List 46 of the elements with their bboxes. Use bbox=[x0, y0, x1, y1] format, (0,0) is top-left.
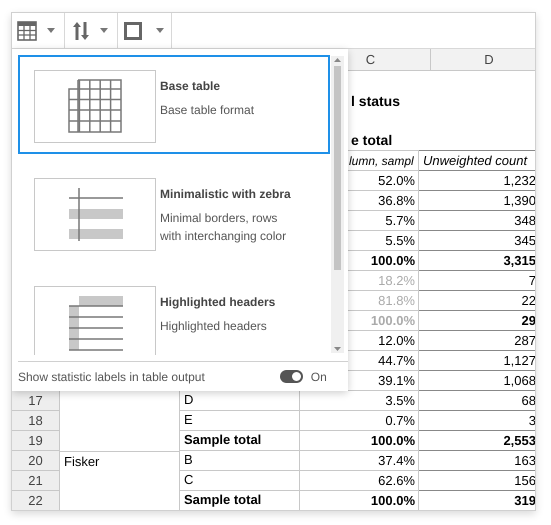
option-description: Highlighted headers bbox=[160, 318, 268, 335]
option-title: Minimalistic with zebra bbox=[160, 186, 292, 203]
row-number: 22 bbox=[12, 491, 59, 510]
table-cell: Sample total bbox=[179, 431, 299, 451]
grid-table-icon bbox=[68, 79, 122, 134]
option-description: Minimal borders, rows with interchanging color bbox=[160, 210, 288, 245]
scroll-up-icon[interactable] bbox=[334, 58, 341, 62]
row-number: 19 bbox=[12, 431, 59, 451]
table-cell: 0.7% bbox=[299, 411, 419, 431]
table-cell: Fisker bbox=[59, 451, 179, 471]
caret-icon bbox=[47, 28, 55, 33]
toggle-label: Show statistic labels in table output bbox=[18, 368, 205, 386]
window-icon bbox=[124, 22, 142, 40]
table-cell: 7 bbox=[419, 271, 535, 291]
table-cell: 287 bbox=[419, 331, 535, 351]
row-number: 20 bbox=[12, 451, 59, 471]
table-style-option[interactable]: Base table Base table format bbox=[18, 55, 330, 154]
table-cell: 100.0% bbox=[299, 431, 419, 451]
table-cell: 1,127 bbox=[419, 351, 535, 371]
column-header: D bbox=[430, 49, 535, 70]
table-cell: 62.6% bbox=[299, 471, 419, 491]
scroll-down-icon[interactable] bbox=[334, 347, 341, 351]
table-cell: Unweighted count bbox=[419, 151, 535, 171]
option-description: Base table format bbox=[160, 102, 256, 119]
table-cell: 1,232 bbox=[419, 171, 535, 191]
table-cell: B bbox=[179, 451, 299, 471]
toggle-state: On bbox=[310, 368, 327, 386]
sort-icon bbox=[72, 20, 90, 40]
table-cell: 22 bbox=[419, 291, 535, 311]
table-cell: 100.0% bbox=[299, 491, 419, 510]
table-cell: E bbox=[179, 411, 299, 431]
table-icon bbox=[17, 20, 37, 40]
scrollbar[interactable] bbox=[331, 56, 344, 353]
row-number: 17 bbox=[12, 391, 59, 411]
row-number: 18 bbox=[12, 411, 59, 431]
caret-icon bbox=[100, 28, 108, 33]
option-title: Base table bbox=[160, 78, 222, 95]
highlighted-table-icon bbox=[67, 294, 123, 350]
table-cell: C bbox=[179, 471, 299, 491]
zebra-table-icon bbox=[67, 186, 123, 242]
caret-icon bbox=[156, 28, 164, 33]
option-title: Highlighted headers bbox=[160, 294, 276, 311]
table-cell: 37.4% bbox=[299, 451, 419, 471]
row-number: 21 bbox=[12, 471, 59, 491]
table-cell: Sample total bbox=[179, 491, 299, 510]
toggle-switch[interactable] bbox=[280, 370, 303, 383]
